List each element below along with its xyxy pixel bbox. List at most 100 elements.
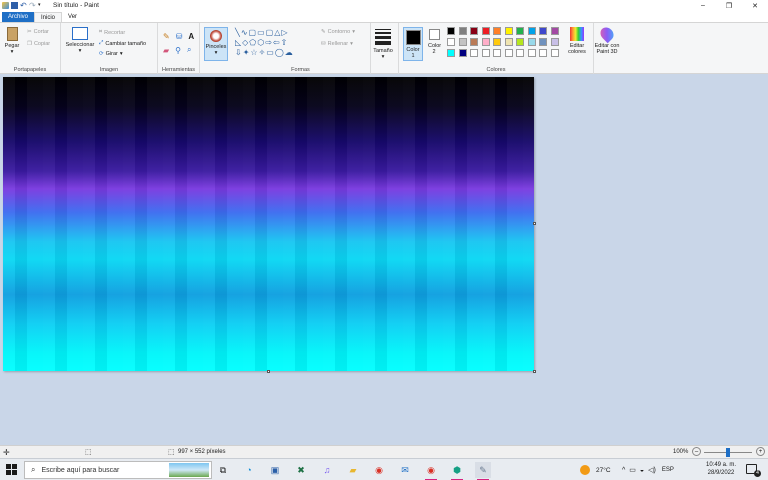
palette-swatch[interactable] <box>550 49 559 57</box>
cut-button[interactable]: ✂ Cortar <box>27 29 49 35</box>
palette-swatch[interactable] <box>527 27 536 35</box>
palette-swatch[interactable] <box>550 38 559 46</box>
palette-swatch[interactable] <box>504 49 513 57</box>
weather-widget[interactable]: 27°C <box>580 459 611 480</box>
palette-swatch[interactable] <box>470 38 478 46</box>
paint-window-icon[interactable]: ✎ <box>475 462 491 480</box>
palette-swatch[interactable] <box>458 27 467 35</box>
size-button[interactable]: Tamaño ▾ <box>372 29 394 60</box>
palette-swatch[interactable] <box>539 27 547 35</box>
brushes-button[interactable]: Pinceles ▾ <box>204 27 228 61</box>
rotate-icon: ⟳ <box>99 51 104 57</box>
crop-button[interactable]: ⌗ Recortar <box>99 29 125 36</box>
notification-center-button[interactable]: 4 <box>746 464 761 477</box>
resize-handle-corner[interactable] <box>533 370 536 373</box>
color-picker-icon[interactable]: ⚲ <box>175 46 181 55</box>
close-button[interactable]: ✕ <box>742 0 768 11</box>
excel-icon[interactable]: ✖ <box>293 462 309 478</box>
palette-swatch[interactable] <box>504 38 513 46</box>
palette-swatch[interactable] <box>447 38 455 46</box>
canvas-workspace[interactable] <box>0 75 768 445</box>
copy-button[interactable]: ❐ Copiar <box>27 41 50 47</box>
language-indicator[interactable]: ESP <box>662 467 674 473</box>
tab-home[interactable]: Inicio <box>34 12 63 22</box>
zoom-level: 100% <box>673 449 689 455</box>
palette-swatch[interactable] <box>516 49 524 57</box>
resize-handle-bottom[interactable] <box>267 370 270 373</box>
tab-view[interactable]: Ver <box>62 12 83 22</box>
palette-swatch[interactable] <box>527 38 536 46</box>
chevron-down-icon[interactable]: ▾ <box>38 2 45 9</box>
palette-swatch[interactable] <box>447 49 455 57</box>
palette-swatch[interactable] <box>539 49 547 57</box>
eraser-icon[interactable]: ▰ <box>163 46 169 55</box>
palette-swatch[interactable] <box>481 38 490 46</box>
palette-swatch[interactable] <box>527 49 536 57</box>
paste-button[interactable]: Pegar ▾ <box>3 27 21 55</box>
volume-icon[interactable]: ◁) <box>648 466 656 474</box>
palette-swatch[interactable] <box>493 38 501 46</box>
minimize-button[interactable]: – <box>690 0 716 11</box>
palette-swatch[interactable] <box>516 27 524 35</box>
search-highlight-image <box>169 463 209 477</box>
color2-button[interactable]: Color 2 <box>426 29 442 55</box>
outline-button[interactable]: ✎ Contorno ▾ <box>321 29 355 35</box>
edge-icon[interactable]: ◔ <box>241 462 257 478</box>
edit-colors-button[interactable]: Editar colores <box>563 27 591 55</box>
start-button[interactable] <box>6 464 17 475</box>
palette-swatch[interactable] <box>493 27 501 35</box>
select-button[interactable]: Seleccionar ▾ <box>63 27 97 54</box>
drawing-canvas[interactable] <box>3 77 534 371</box>
pencil-icon[interactable]: ✎ <box>163 32 170 41</box>
resize-handle-right[interactable] <box>533 222 536 225</box>
palette-swatch[interactable] <box>470 27 478 35</box>
palette-swatch[interactable] <box>458 38 467 46</box>
edit-with-paint3d-button[interactable]: Editar con Paint 3D <box>592 24 622 55</box>
undo-icon[interactable]: ↶ <box>20 2 27 10</box>
chevron-up-icon[interactable]: ^ <box>622 467 625 474</box>
redo-icon[interactable]: ↷ <box>29 2 36 10</box>
fill-bucket-icon[interactable]: ⛁ <box>176 32 183 41</box>
maximize-button[interactable]: ❐ <box>716 0 742 11</box>
palette-swatch[interactable] <box>447 27 455 35</box>
tab-file[interactable]: Archivo <box>2 12 35 22</box>
color1-button[interactable]: Color 1 <box>403 27 423 61</box>
taskbar-search[interactable]: ⌕ Escribe aquí para buscar <box>24 461 212 479</box>
chrome-window-icon[interactable]: ◉ <box>423 462 439 480</box>
media-player-icon[interactable]: ♫ <box>319 462 335 478</box>
palette-swatch[interactable] <box>504 27 513 35</box>
rotate-button[interactable]: ⟳ Girar ▾ <box>99 51 123 57</box>
palette-swatch[interactable] <box>470 49 478 57</box>
file-explorer-icon[interactable]: ▰ <box>345 462 361 478</box>
save-icon[interactable] <box>11 2 18 9</box>
network-icon[interactable]: ◒ <box>640 467 644 474</box>
resize-button[interactable]: ⤢ Cambiar tamaño <box>99 40 146 47</box>
palette-swatch[interactable] <box>481 49 490 57</box>
image-group-label: Imagen <box>99 67 119 73</box>
palette-swatch[interactable] <box>493 49 501 57</box>
palette-swatch[interactable] <box>516 38 524 46</box>
paint-app-icon <box>2 2 9 9</box>
zoom-out-button[interactable]: – <box>692 447 701 456</box>
mail-icon[interactable]: ✉ <box>397 462 413 478</box>
paint-icon[interactable]: ▣ <box>267 462 283 478</box>
text-tool-icon[interactable]: A <box>188 32 194 41</box>
shapes-gallery[interactable]: ╲∿▢▭▢△▷ ◺◇⬠⬡⇨⇦⇧ ⇩✦☆✧▭◯☁ <box>235 28 315 60</box>
shapes-row-1: ╲∿▢▭▢△▷ <box>235 28 289 37</box>
palette-swatch[interactable] <box>481 27 490 35</box>
monitor-icon[interactable]: ▭ <box>629 466 636 474</box>
chrome-icon[interactable]: ◉ <box>371 462 387 478</box>
clipboard-group: Pegar ▾ ✂ Cortar ❐ Copiar Portapapeles <box>0 23 61 74</box>
palette-swatch[interactable] <box>550 27 559 35</box>
magnifier-icon[interactable]: ⌕ <box>187 45 191 55</box>
palette-swatch[interactable] <box>539 38 547 46</box>
copy-icon: ❐ <box>27 41 32 47</box>
zoom-slider-thumb[interactable] <box>726 448 730 457</box>
palette-swatch[interactable] <box>458 49 467 57</box>
fill-button[interactable]: ⛁ Rellenar ▾ <box>321 41 353 47</box>
clock[interactable]: 10:49 a. m. 28/9/2022 <box>702 461 740 477</box>
zoom-in-button[interactable]: + <box>756 447 765 456</box>
app-icon[interactable]: ⬢ <box>449 462 465 480</box>
task-view-icon[interactable]: ⧉ <box>215 462 231 478</box>
clipboard-group-label: Portapapeles <box>13 67 47 73</box>
